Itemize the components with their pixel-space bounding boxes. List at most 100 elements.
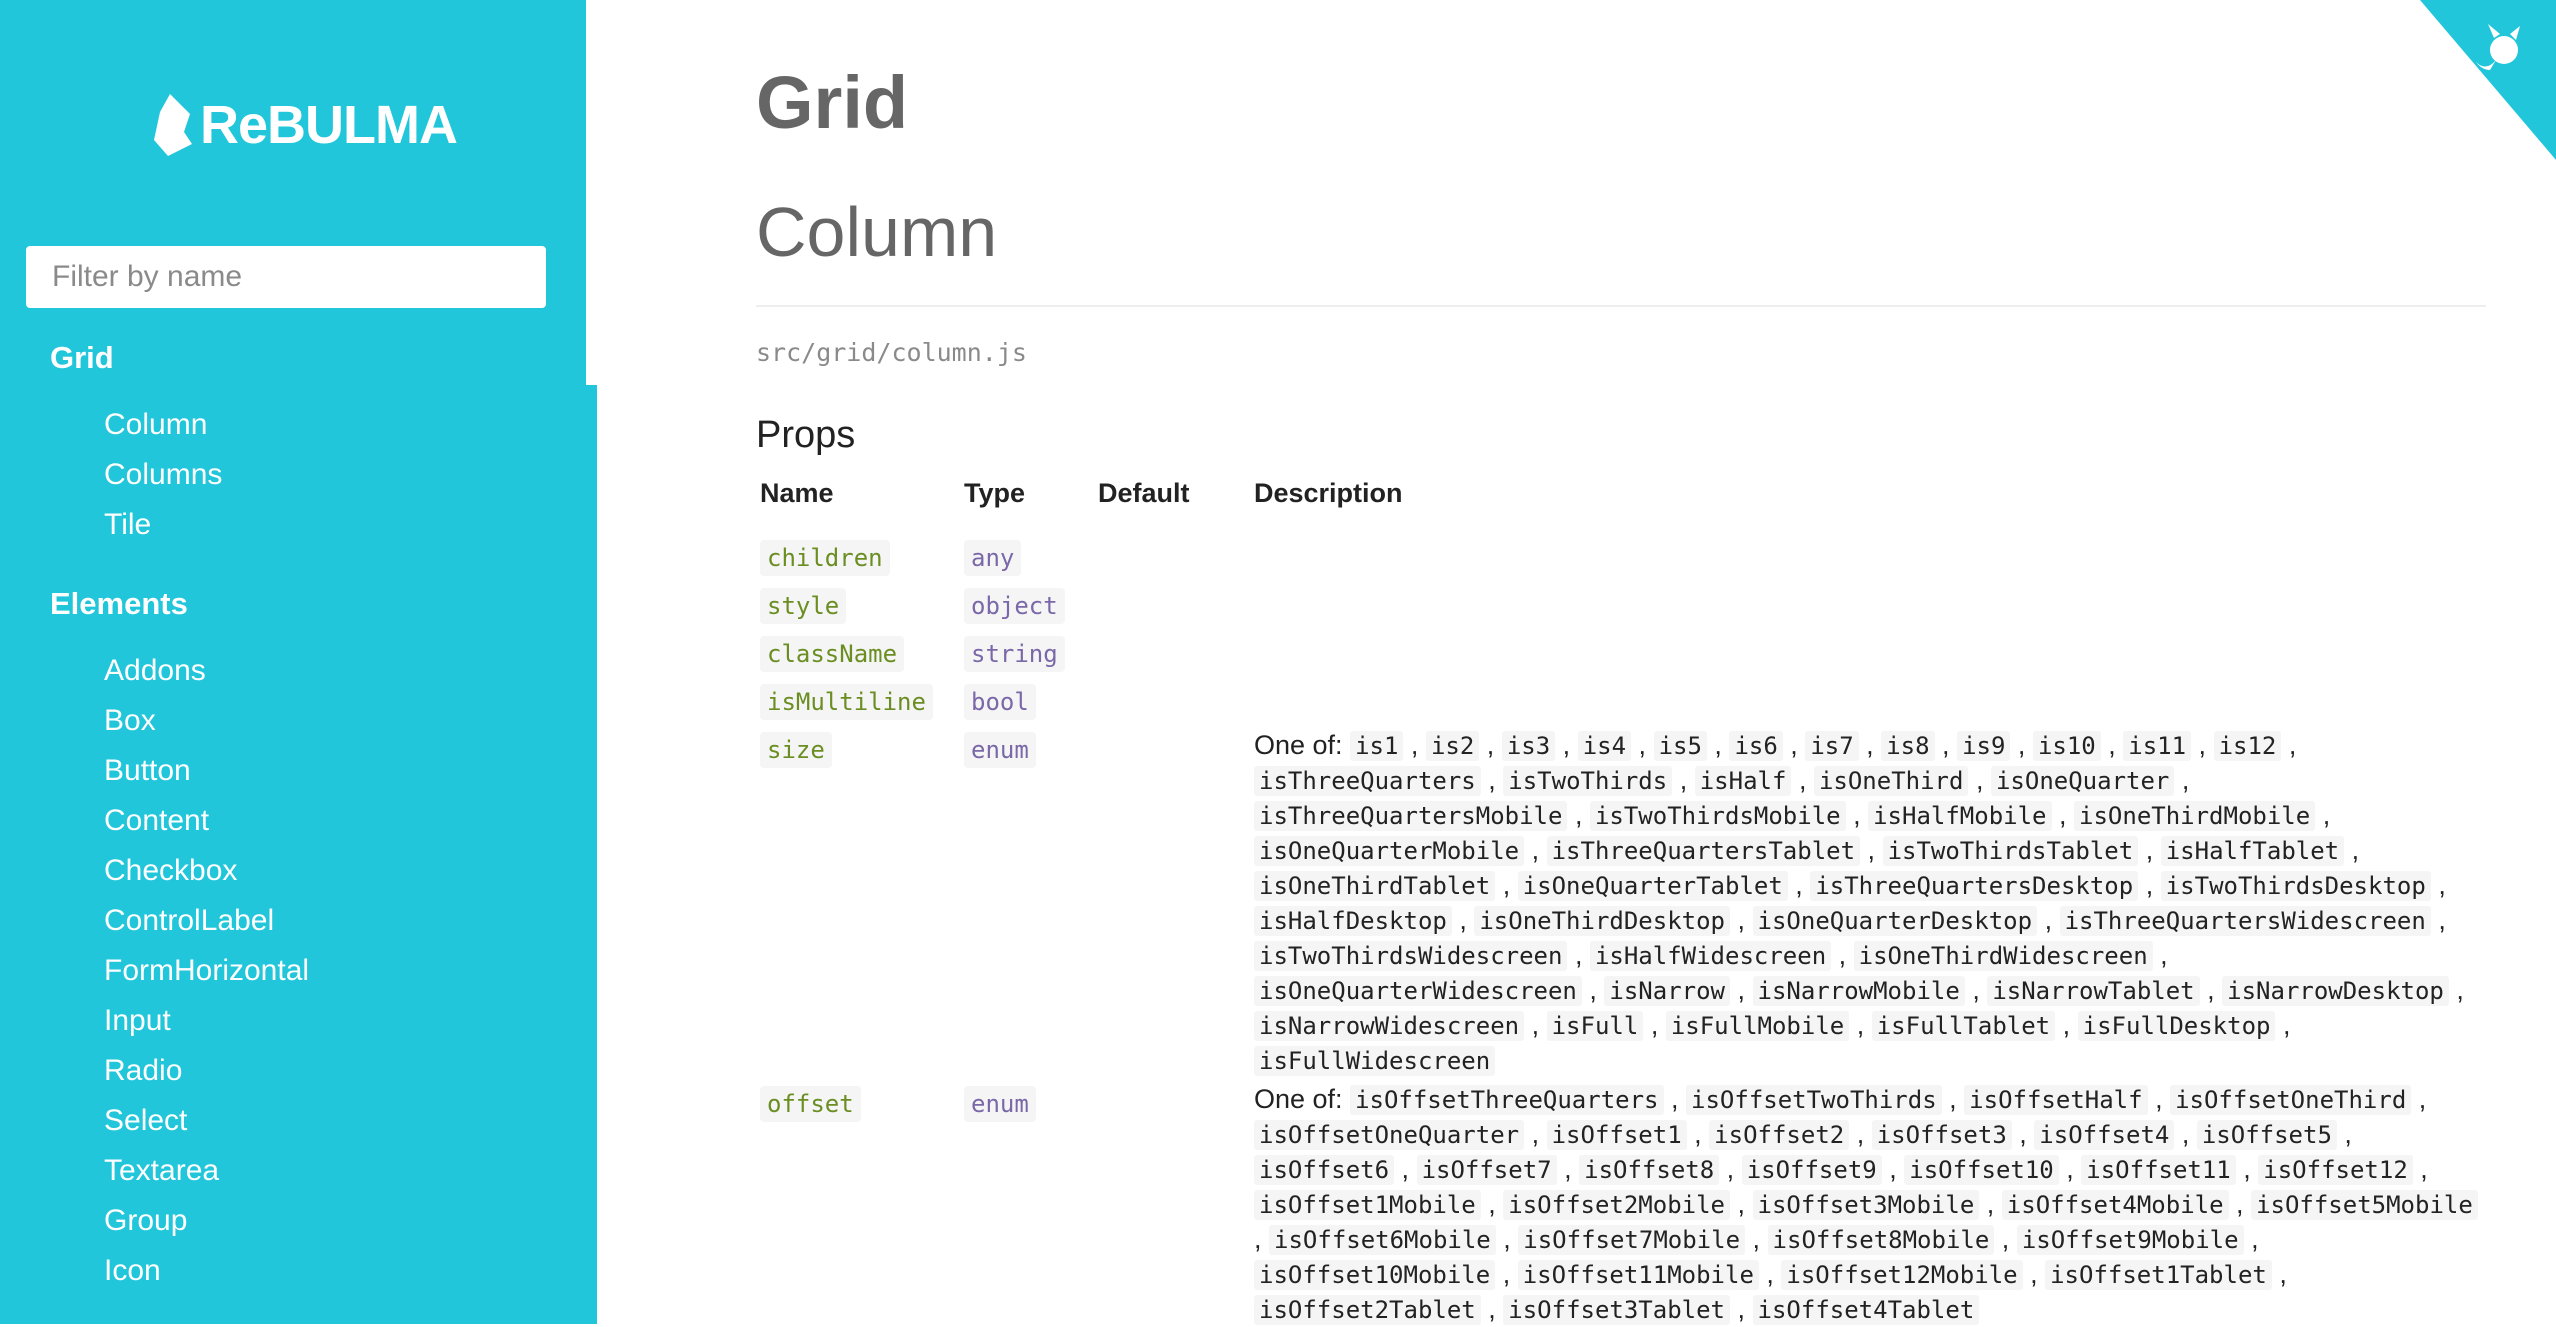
prop-type-size: enum (964, 732, 1036, 768)
enum-option: isNarrowMobile (1752, 976, 1965, 1006)
enum-option: isOffset2 (1709, 1120, 1850, 1150)
section-title: Grid (756, 61, 909, 144)
enum-option: isThreeQuartersMobile (1254, 801, 1568, 831)
enum-option: isHalfMobile (1868, 801, 2052, 831)
enum-option: isOffset12 (2258, 1155, 2413, 1185)
prop-name-offset: offset (760, 1086, 861, 1122)
enum-option: isOffset8 (1579, 1155, 1720, 1185)
prop-name-className: className (760, 636, 905, 672)
prop-name-isMultiline: isMultiline (760, 684, 933, 720)
enum-option: is3 (1501, 731, 1556, 761)
nav-item-checkbox[interactable]: Checkbox (104, 846, 309, 896)
nav-list-grid: Column Columns Tile (104, 400, 222, 550)
enum-option: is11 (2123, 731, 2192, 761)
enum-option: isOffset8Mobile (1767, 1225, 1995, 1255)
nav-item-icon[interactable]: Icon (104, 1246, 309, 1296)
filter-input[interactable] (26, 246, 546, 308)
enum-option: isOffset3 (1871, 1120, 2012, 1150)
enum-option: isFull (1546, 1011, 1644, 1041)
enum-option: isOneQuarterMobile (1254, 836, 1525, 866)
enum-option: isHalfWidescreen (1589, 941, 1832, 971)
prop-name-size: size (760, 732, 832, 768)
enum-option: isHalfDesktop (1254, 906, 1452, 936)
nav-item-tile[interactable]: Tile (104, 500, 222, 550)
nav-item-controllabel[interactable]: ControlLabel (104, 896, 309, 946)
enum-option: isOffset2Tablet (1254, 1295, 1481, 1325)
one-of-label: One of: (1254, 1084, 1351, 1114)
prop-type-children: any (964, 540, 1022, 576)
prop-type-className: string (964, 636, 1065, 672)
enum-option: isFullWidescreen (1254, 1046, 1496, 1076)
enum-option: isThreeQuartersWidescreen (2059, 906, 2431, 936)
enum-option: isOneThirdMobile (2074, 801, 2316, 831)
enum-option: isOffsetThreeQuarters (1350, 1085, 1664, 1115)
nav-item-content[interactable]: Content (104, 796, 309, 846)
enum-option: isOneThirdTablet (1254, 871, 1496, 901)
enum-option: isOffset1Tablet (2045, 1260, 2272, 1290)
prop-type-isMultiline: bool (964, 684, 1036, 720)
enum-option: isOffset1Mobile (1254, 1190, 1481, 1220)
enum-option: isNarrowWidescreen (1254, 1011, 1525, 1041)
prop-name-children: children (760, 540, 890, 576)
enum-option: isOffset1 (1546, 1120, 1687, 1150)
enum-option: isOffset11Mobile (1517, 1260, 1759, 1290)
enum-option: isThreeQuartersDesktop (1810, 871, 2139, 901)
enum-option: isTwoThirds (1503, 766, 1673, 796)
enum-option: isNarrowTablet (1987, 976, 2200, 1006)
nav-item-columns[interactable]: Columns (104, 450, 222, 500)
enum-option: isFullTablet (1871, 1011, 2056, 1041)
prop-type-style: object (964, 588, 1065, 624)
enum-option: isNarrowDesktop (2222, 976, 2449, 1006)
prop-description-offset: One of: isOffsetThreeQuarters , isOffset… (1254, 1082, 2484, 1327)
enum-option: is6 (1729, 731, 1783, 761)
nav-item-box[interactable]: Box (104, 696, 309, 746)
enum-option: isThreeQuarters (1254, 766, 1481, 796)
enum-option: isOffset12Mobile (1781, 1260, 2023, 1290)
enum-option: isOffset5Mobile (2251, 1190, 2478, 1220)
enum-option: is1 (1350, 731, 1404, 761)
enum-option: is5 (1653, 731, 1707, 761)
enum-option: isFullMobile (1665, 1011, 1850, 1041)
enum-option: isOffsetOneThird (2170, 1085, 2412, 1115)
github-corner-icon[interactable] (2390, 0, 2556, 160)
enum-option: is10 (2032, 731, 2101, 761)
enum-option: isOneQuarterTablet (1517, 871, 1788, 901)
enum-option: isNarrow (1604, 976, 1730, 1006)
enum-option: isFullDesktop (2077, 1011, 2276, 1041)
enum-option: isOffset7 (1416, 1155, 1557, 1185)
nav-item-select[interactable]: Select (104, 1096, 309, 1146)
nav-section-grid[interactable]: Grid (50, 340, 114, 376)
enum-option: isTwoThirdsWidescreen (1254, 941, 1568, 971)
prop-name-style: style (760, 588, 847, 624)
component-title: Column (756, 193, 998, 271)
nav-item-group[interactable]: Group (104, 1196, 309, 1246)
enum-option: isOffset10 (1904, 1155, 2059, 1185)
header-type: Type (964, 478, 1026, 508)
logo[interactable]: ReBULMA (150, 92, 458, 158)
logo-text: ReBULMA (200, 95, 458, 155)
enum-option: isOffset4 (2034, 1120, 2175, 1150)
bulma-logo-icon (154, 94, 192, 156)
enum-option: isOffset6 (1254, 1155, 1395, 1185)
enum-option: isThreeQuartersTablet (1546, 836, 1861, 866)
nav-item-column[interactable]: Column (104, 400, 222, 450)
enum-option: isOffset9 (1741, 1155, 1882, 1185)
enum-option: is9 (1957, 731, 2011, 761)
nav-item-radio[interactable]: Radio (104, 1046, 309, 1096)
nav-item-addons[interactable]: Addons (104, 646, 309, 696)
nav-item-button[interactable]: Button (104, 746, 309, 796)
enum-option: isOffset4Mobile (2001, 1190, 2229, 1220)
enum-option: isOneThirdDesktop (1474, 906, 1730, 936)
nav-item-textarea[interactable]: Textarea (104, 1146, 309, 1196)
enum-option: is4 (1577, 731, 1632, 761)
sidebar: ReBULMA Grid Column Columns Tile Element… (0, 0, 586, 1324)
enum-option: isTwoThirdsDesktop (2160, 871, 2431, 901)
enum-option: isTwoThirdsMobile (1589, 801, 1846, 831)
header-default: Default (1098, 478, 1190, 508)
prop-type-offset: enum (964, 1086, 1036, 1122)
enum-option: isOffsetOneQuarter (1254, 1120, 1525, 1150)
nav-section-elements[interactable]: Elements (50, 586, 188, 622)
nav-item-input[interactable]: Input (104, 996, 309, 1046)
enum-option: isOneQuarterWidescreen (1254, 976, 1582, 1006)
nav-item-formhorizontal[interactable]: FormHorizontal (104, 946, 309, 996)
